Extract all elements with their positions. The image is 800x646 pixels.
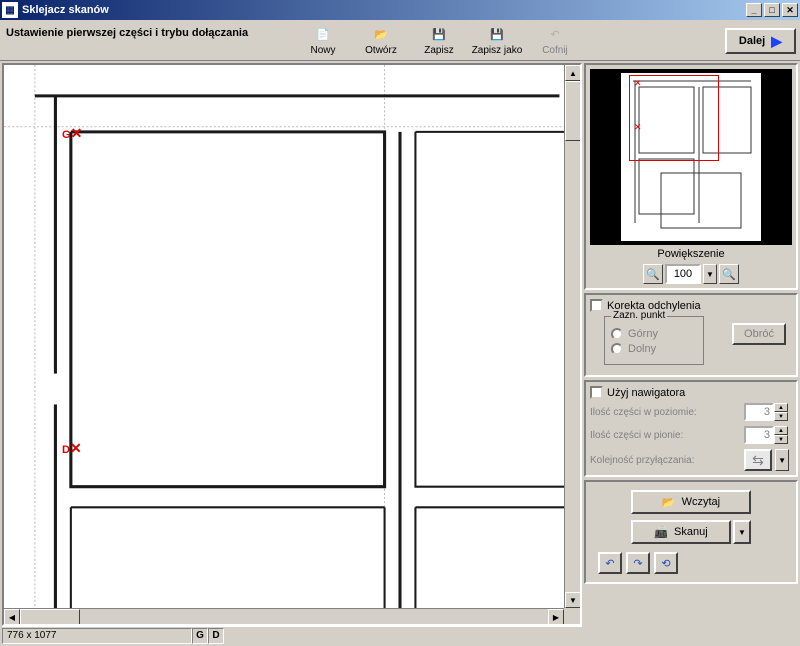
horiz-spinner[interactable]: ▲▼ [744, 403, 792, 421]
cross-icon: ✕ [71, 125, 83, 141]
save-icon: 💾 [429, 24, 449, 44]
undo-button[interactable]: ↶ Cofnij [528, 22, 582, 58]
next-button[interactable]: Dalej ▶ [725, 28, 796, 54]
new-icon: 📄 [313, 24, 333, 44]
maximize-button[interactable]: □ [764, 3, 780, 17]
folder-icon: 📂 [662, 496, 676, 509]
preview-panel: ✕ ✕ Powiększenie 🔍 ▼ 🔍 [584, 63, 798, 290]
next-arrow-icon: ▶ [771, 33, 782, 50]
zoom-input[interactable] [665, 264, 701, 284]
scroll-thumb[interactable] [20, 609, 80, 624]
zoom-label: Powiększenie [590, 248, 792, 260]
saveas-button[interactable]: 💾 Zapisz jako [470, 22, 524, 58]
rotate-left-90-button[interactable]: ↶ [598, 552, 622, 574]
bottom-radio[interactable] [611, 343, 623, 355]
rotate-180-button[interactable]: ⟲ [654, 552, 678, 574]
close-button[interactable]: ✕ [782, 3, 798, 17]
new-button[interactable]: 📄 Nowy [296, 22, 350, 58]
canvas-pane: G✕ D✕ ▲ ▼ ◀ ▶ [2, 63, 582, 626]
order-icon[interactable]: ⇆ [744, 449, 772, 471]
deviation-panel: Korekta odchylenia Górny Dolny Obróć [584, 293, 798, 377]
app-icon: ▦ [2, 2, 18, 18]
scroll-down-button[interactable]: ▼ [565, 592, 580, 608]
scan-canvas[interactable] [4, 65, 580, 624]
navigator-label: Użyj nawigatora [607, 387, 685, 399]
open-button[interactable]: 📂 Otwórz [354, 22, 408, 58]
horiz-label: Ilość części w poziomie: [590, 407, 740, 418]
cross-icon: ✕ [634, 122, 642, 133]
scan-dropdown[interactable]: ▼ [733, 520, 751, 544]
load-button[interactable]: 📂 Wczytaj [631, 490, 751, 514]
rotate-button[interactable]: Obróć [732, 323, 786, 345]
order-label: Kolejność przyłączania: [590, 455, 740, 466]
navigator-panel: Użyj nawigatora Ilość części w poziomie:… [584, 380, 798, 477]
scroll-right-button[interactable]: ▶ [548, 609, 564, 624]
korekta-checkbox[interactable] [590, 299, 603, 312]
vert-spinner[interactable]: ▲▼ [744, 426, 792, 444]
cross-icon: ✕ [634, 78, 642, 89]
instruction-text: Ustawienie pierwszej części i trybu dołą… [6, 22, 296, 40]
toolbar: Ustawienie pierwszej części i trybu dołą… [0, 20, 800, 61]
minimize-button[interactable]: _ [746, 3, 762, 17]
zoom-in-button[interactable]: 🔍 [643, 264, 663, 284]
open-icon: 📂 [371, 24, 391, 44]
cross-icon: ✕ [70, 440, 82, 456]
marker-d[interactable]: D✕ [62, 440, 82, 457]
point-group: Górny Dolny [604, 316, 704, 365]
scanner-icon: 📠 [654, 526, 668, 539]
scroll-left-button[interactable]: ◀ [4, 609, 20, 624]
zoom-out-button[interactable]: 🔍 [719, 264, 739, 284]
scroll-thumb[interactable] [565, 81, 580, 141]
title-bar: ▦ Sklejacz skanów _ □ ✕ [0, 0, 800, 20]
marker-g[interactable]: G✕ [62, 125, 82, 142]
horizontal-scrollbar[interactable]: ◀ ▶ [4, 608, 564, 624]
window-title: Sklejacz skanów [22, 4, 744, 16]
actions-panel: 📂 Wczytaj 📠 Skanuj ▼ ↶ ↷ ⟲ [584, 480, 798, 584]
zoom-dropdown[interactable]: ▼ [703, 264, 717, 284]
status-bar: 776 x 1077 G D [2, 626, 582, 644]
saveas-icon: 💾 [487, 24, 507, 44]
vert-label: Ilość części w pionie: [590, 430, 740, 441]
vertical-scrollbar[interactable]: ▲ ▼ [564, 65, 580, 608]
scan-button[interactable]: 📠 Skanuj [631, 520, 731, 544]
save-button[interactable]: 💾 Zapisz [412, 22, 466, 58]
undo-icon: ↶ [545, 24, 565, 44]
rotate-right-90-button[interactable]: ↷ [626, 552, 650, 574]
preview-selection[interactable]: ✕ ✕ [629, 75, 719, 161]
navigator-checkbox[interactable] [590, 386, 603, 399]
overview-preview[interactable]: ✕ ✕ [590, 69, 792, 245]
scroll-up-button[interactable]: ▲ [565, 65, 580, 81]
order-dropdown[interactable]: ▼ [775, 449, 789, 471]
top-radio[interactable] [611, 328, 623, 340]
